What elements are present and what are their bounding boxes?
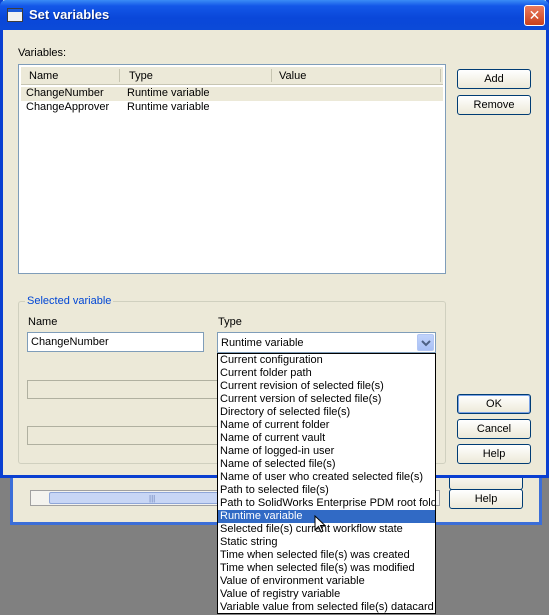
variables-label: Variables:: [18, 47, 67, 59]
title-bar[interactable]: Set variables ✕: [0, 0, 549, 30]
list-item[interactable]: Value of registry variable: [218, 588, 435, 601]
list-item[interactable]: Current revision of selected file(s): [218, 380, 435, 393]
type-dropdown-list[interactable]: Current configuration Current folder pat…: [217, 353, 436, 614]
list-item[interactable]: Path to selected file(s): [218, 484, 435, 497]
list-item[interactable]: Variable value from selected file(s) dat…: [218, 601, 435, 613]
list-item[interactable]: Name of user who created selected file(s…: [218, 471, 435, 484]
remove-button[interactable]: Remove: [457, 95, 531, 115]
ok-button[interactable]: OK: [457, 394, 531, 414]
column-header-type[interactable]: Type: [129, 70, 153, 82]
list-item[interactable]: Directory of selected file(s): [218, 406, 435, 419]
list-header: Name Type Value: [21, 67, 443, 85]
disabled-field: [27, 426, 219, 445]
list-item[interactable]: Static string: [218, 536, 435, 549]
dialog-title: Set variables: [29, 7, 110, 22]
table-row[interactable]: ChangeApprover Runtime variable: [21, 101, 443, 115]
variable-type: Runtime variable: [127, 87, 210, 99]
selected-variable-group-label: Selected variable: [25, 295, 114, 307]
name-label: Name: [28, 316, 58, 328]
list-item[interactable]: Name of logged-in user: [218, 445, 435, 458]
list-item[interactable]: Current folder path: [218, 367, 435, 380]
window-icon: [7, 8, 23, 22]
list-item[interactable]: Time when selected file(s) was created: [218, 549, 435, 562]
list-item[interactable]: Current configuration: [218, 354, 435, 367]
list-item[interactable]: Path to SolidWorks Enterprise PDM root f…: [218, 497, 435, 510]
help-button[interactable]: Help: [457, 444, 531, 464]
column-header-value[interactable]: Value: [279, 70, 306, 82]
table-row[interactable]: ChangeNumber Runtime variable: [21, 87, 443, 101]
scrollbar-grip-icon: |||: [149, 494, 156, 503]
variable-name: ChangeNumber: [26, 87, 104, 99]
type-select[interactable]: Runtime variable: [217, 332, 436, 353]
dropdown-button[interactable]: [417, 334, 434, 351]
parent-help-button[interactable]: Help: [449, 489, 523, 509]
chevron-down-icon: [421, 340, 431, 347]
list-item[interactable]: Value of environment variable: [218, 575, 435, 588]
add-button[interactable]: Add: [457, 69, 531, 89]
type-label: Type: [218, 316, 242, 328]
type-select-value: Runtime variable: [221, 337, 304, 349]
cancel-button[interactable]: Cancel: [457, 419, 531, 439]
name-input[interactable]: ChangeNumber: [27, 332, 204, 352]
variables-list[interactable]: Name Type Value ChangeNumber Runtime var…: [18, 64, 446, 274]
list-item[interactable]: Name of selected file(s): [218, 458, 435, 471]
list-item[interactable]: Name of current vault: [218, 432, 435, 445]
list-item[interactable]: Time when selected file(s) was modified: [218, 562, 435, 575]
close-icon: ✕: [528, 7, 541, 23]
mouse-pointer-icon: [314, 515, 327, 533]
variable-name: ChangeApprover: [26, 101, 110, 113]
disabled-field: [27, 380, 219, 399]
close-button[interactable]: ✕: [524, 5, 545, 26]
column-header-name[interactable]: Name: [29, 70, 58, 82]
list-item[interactable]: Name of current folder: [218, 419, 435, 432]
variable-type: Runtime variable: [127, 101, 210, 113]
list-item[interactable]: Current version of selected file(s): [218, 393, 435, 406]
